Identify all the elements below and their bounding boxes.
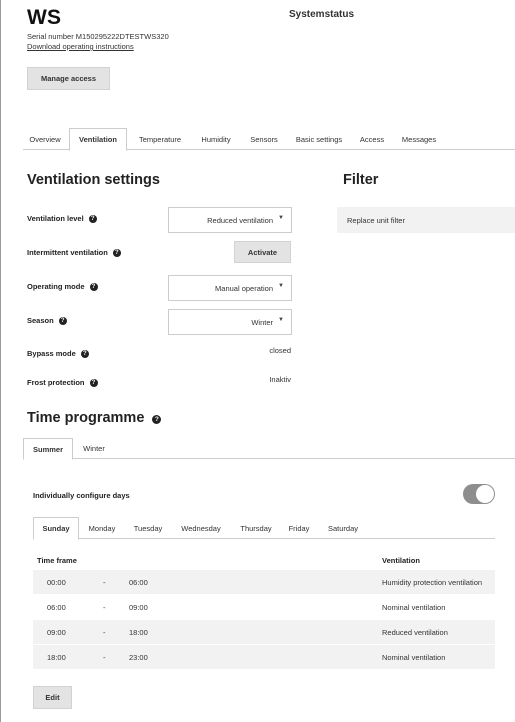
ventilation-level-value: Reduced ventilation	[207, 215, 273, 225]
table-row: 18:00 - 23:00 Nominal ventilation	[33, 645, 495, 669]
season-label: Season ?	[27, 316, 67, 325]
row-end: 06:00	[129, 577, 148, 587]
bypass-mode-label: Bypass mode ?	[27, 349, 89, 358]
row-end: 18:00	[129, 627, 148, 637]
tab-messages[interactable]: Messages	[396, 128, 442, 150]
caret-down-icon: ▼	[278, 215, 284, 221]
row-ventilation: Nominal ventilation	[382, 652, 446, 662]
table-row: 00:00 - 06:00 Humidity protection ventil…	[33, 570, 495, 594]
tab-sensors[interactable]: Sensors	[245, 128, 283, 150]
ventilation-column-header: Ventilation	[382, 556, 420, 565]
question-circle-icon[interactable]: ?	[88, 214, 97, 223]
day-tab-bar: Sunday Monday Tuesday Wednesday Thursday…	[33, 517, 495, 540]
row-separator: -	[103, 652, 106, 662]
tab-access[interactable]: Access	[356, 128, 388, 150]
ventilation-level-label: Ventilation level ?	[27, 214, 97, 223]
tab-wednesday[interactable]: Wednesday	[175, 517, 227, 539]
filter-heading: Filter	[343, 172, 379, 188]
ventilation-settings-heading: Ventilation settings	[27, 172, 160, 188]
row-start: 18:00	[47, 652, 66, 662]
tab-saturday[interactable]: Saturday	[323, 517, 363, 539]
tab-ventilation[interactable]: Ventilation	[69, 128, 127, 151]
question-circle-icon[interactable]: ?	[89, 282, 98, 291]
season-tab-bar: Summer Winter	[23, 438, 515, 460]
tab-tuesday[interactable]: Tuesday	[128, 517, 168, 539]
row-start: 06:00	[47, 602, 66, 612]
frost-protection-text: Frost protection	[27, 378, 85, 387]
tab-temperature[interactable]: Temperature	[134, 128, 186, 150]
question-circle-icon[interactable]: ?	[112, 248, 121, 257]
season-select[interactable]: Winter ▼	[168, 309, 292, 335]
manage-access-button[interactable]: Manage access	[27, 67, 110, 90]
edit-button[interactable]: Edit	[33, 686, 72, 709]
row-separator: -	[103, 627, 106, 637]
row-ventilation: Nominal ventilation	[382, 602, 446, 612]
row-separator: -	[103, 577, 106, 587]
row-end: 23:00	[129, 652, 148, 662]
activate-button[interactable]: Activate	[234, 241, 291, 263]
tab-winter[interactable]: Winter	[76, 438, 112, 459]
operating-mode-value: Manual operation	[215, 283, 273, 293]
tab-summer[interactable]: Summer	[23, 438, 73, 460]
time-programme-text: Time programme	[27, 410, 145, 426]
operating-mode-select[interactable]: Manual operation ▼	[168, 275, 292, 301]
tab-sunday[interactable]: Sunday	[33, 517, 79, 540]
table-row: 09:00 - 18:00 Reduced ventilation	[33, 620, 495, 644]
device-title: WS	[27, 6, 62, 29]
row-end: 09:00	[129, 602, 148, 612]
serial-number: Serial number M150295222DTESTWS320	[27, 32, 169, 41]
season-text: Season	[27, 316, 54, 325]
tab-humidity[interactable]: Humidity	[196, 128, 236, 150]
bypass-mode-text: Bypass mode	[27, 349, 76, 358]
season-value: Winter	[251, 317, 273, 327]
question-circle-icon[interactable]: ?	[58, 316, 67, 325]
toggle-knob	[476, 485, 494, 503]
question-circle-icon[interactable]: ?	[152, 415, 162, 424]
filter-message: Replace unit filter	[337, 207, 515, 233]
tab-basic-settings[interactable]: Basic settings	[291, 128, 347, 150]
tab-overview[interactable]: Overview	[23, 128, 67, 150]
main-tab-bar: Overview Ventilation Temperature Humidit…	[23, 128, 515, 151]
download-instructions-link[interactable]: Download operating instructions	[27, 42, 134, 51]
row-start: 00:00	[47, 577, 66, 587]
frost-protection-label: Frost protection ?	[27, 378, 98, 387]
row-ventilation: Reduced ventilation	[382, 627, 448, 637]
individually-configure-days-label: Individually configure days	[33, 491, 130, 500]
individual-days-toggle[interactable]	[463, 484, 495, 504]
intermittent-ventilation-label: Intermittent ventilation ?	[27, 248, 121, 257]
app-frame: WS Serial number M150295222DTESTWS320 Do…	[0, 0, 515, 722]
question-circle-icon[interactable]: ?	[89, 378, 98, 387]
row-ventilation: Humidity protection ventilation	[382, 577, 483, 587]
table-row: 06:00 - 09:00 Nominal ventilation	[33, 595, 495, 619]
ventilation-level-select[interactable]: Reduced ventilation ▼	[168, 207, 292, 233]
row-separator: -	[103, 602, 106, 612]
operating-mode-text: Operating mode	[27, 282, 85, 291]
ventilation-level-text: Ventilation level	[27, 214, 84, 223]
time-programme-heading: Time programme ?	[27, 410, 162, 426]
frost-protection-value: Inaktiv	[269, 375, 291, 384]
system-status-title: Systemstatus	[289, 9, 355, 20]
operating-mode-label: Operating mode ?	[27, 282, 98, 291]
tab-monday[interactable]: Monday	[83, 517, 121, 539]
intermittent-ventilation-text: Intermittent ventilation	[27, 248, 108, 257]
row-start: 09:00	[47, 627, 66, 637]
timeframe-column-header: Time frame	[37, 556, 77, 565]
caret-down-icon: ▼	[278, 317, 284, 323]
bypass-mode-value: closed	[269, 346, 291, 355]
caret-down-icon: ▼	[278, 283, 284, 289]
tab-friday[interactable]: Friday	[284, 517, 314, 539]
question-circle-icon[interactable]: ?	[80, 349, 89, 358]
tab-thursday[interactable]: Thursday	[234, 517, 278, 539]
